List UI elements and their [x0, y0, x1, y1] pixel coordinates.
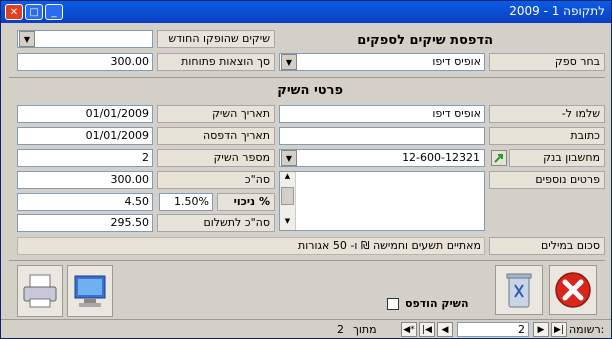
scroll-up-icon[interactable]: ▲	[280, 172, 295, 185]
record-label: רשומה:	[569, 323, 605, 336]
bank-link-button[interactable]	[491, 150, 507, 166]
current-record-field[interactable]: 2	[457, 322, 529, 337]
check-date-field[interactable]: 01/01/2009	[17, 105, 153, 123]
last-record-button[interactable]: |◀	[419, 322, 435, 337]
minimize-window-button[interactable]: _	[45, 4, 63, 20]
discount-percent-field[interactable]: 1.50%	[159, 193, 213, 211]
bank-account-dropdown[interactable]: ▼	[281, 150, 297, 166]
discount-label: % ניכוי	[217, 193, 275, 211]
checks-issued-combo[interactable]	[17, 30, 153, 48]
previous-record-icon: ▶	[537, 324, 545, 335]
next-record-button[interactable]: ◀	[437, 322, 453, 337]
form-title: הדפסת שיקים לספקים	[357, 33, 493, 48]
divider	[9, 260, 605, 261]
bank-account-combo[interactable]: 12-600-12321	[279, 149, 485, 167]
opening-total-label: סך הוצאות פתוחות	[157, 53, 275, 71]
print-date-label: תאריך הדפסה	[157, 127, 275, 145]
preview-button[interactable]	[67, 265, 113, 317]
scroll-thumb[interactable]	[281, 187, 294, 205]
address-label: כתובת	[489, 127, 605, 145]
total-to-pay-field: 295.50	[17, 214, 153, 232]
pay-to-field[interactable]: אופיס דיפו	[279, 105, 485, 123]
close-form-button[interactable]	[549, 265, 597, 315]
printed-checkbox-label: השיק הודפס	[405, 297, 469, 310]
new-record-icon: ◀*	[403, 324, 415, 335]
printed-checkbox[interactable]	[387, 298, 399, 310]
delete-button[interactable]	[495, 265, 543, 315]
chevron-down-icon: ▼	[285, 57, 293, 67]
total-label: סה"כ	[157, 171, 275, 189]
supplier-combo[interactable]: אופיס דיפו	[279, 53, 485, 71]
divider	[9, 77, 605, 78]
opening-total-value: 300.00	[17, 53, 153, 71]
total-to-pay-label: סה"כ לתשלום	[157, 214, 275, 232]
discount-amount-field: 4.50	[17, 193, 153, 211]
window-title: לתקופה 1 - 2009	[509, 4, 605, 18]
bank-account-value: 12-600-12321	[402, 151, 480, 164]
preview-icon	[74, 275, 106, 307]
amount-words-label: סכום במילים	[489, 237, 605, 255]
scroll-down-icon[interactable]: ▼	[280, 217, 295, 230]
bank-account-label: מחשבון בנק	[509, 149, 605, 167]
check-number-field[interactable]: 2	[17, 149, 153, 167]
details-section-title: פרטי השיק	[277, 83, 343, 98]
previous-record-button[interactable]: ▶	[533, 322, 549, 337]
last-record-icon: |◀	[422, 324, 432, 335]
new-record-button[interactable]: ◀*	[401, 322, 417, 337]
checks-issued-dropdown[interactable]: ▼	[19, 31, 35, 47]
next-record-icon: ◀	[441, 324, 449, 335]
supplier-dropdown[interactable]: ▼	[281, 54, 297, 70]
first-record-icon: ▶|	[554, 324, 564, 335]
checks-issued-label: שיקים שהופקו החודש	[157, 30, 275, 48]
check-date-label: תאריך השיק	[157, 105, 275, 123]
print-icon	[23, 274, 57, 308]
chevron-down-icon: ▼	[285, 153, 293, 163]
amount-words-field: מאתיים תשעים וחמישה ₪ ו- 50 אגורות	[17, 237, 485, 255]
check-number-label: מספר השיק	[157, 149, 275, 167]
print-date-field[interactable]: 01/01/2009	[17, 127, 153, 145]
pay-to-label: שלמו ל-	[489, 105, 605, 123]
extra-details-label: פרטים נוספים	[489, 171, 605, 189]
record-navigator: רשומה: ▶| ▶ 2 ◀ |◀ ◀* מתוך 2	[1, 319, 611, 338]
close-window-button[interactable]: ✕	[5, 4, 23, 20]
supplier-label: בחר ספק	[489, 53, 605, 71]
first-record-button[interactable]: ▶|	[551, 322, 567, 337]
check-print-window: ✕ □ _ לתקופה 1 - 2009 הדפסת שיקים לספקים…	[0, 0, 612, 339]
close-icon	[555, 272, 591, 308]
title-bar: ✕ □ _ לתקופה 1 - 2009	[1, 1, 611, 23]
total-field: 300.00	[17, 171, 153, 189]
address-field[interactable]	[279, 127, 485, 145]
bank-link-icon	[494, 154, 503, 163]
chevron-down-icon: ▼	[23, 34, 31, 44]
extra-details-field[interactable]	[279, 171, 485, 231]
of-label: מתוך	[353, 323, 377, 336]
total-records: 2	[337, 323, 344, 336]
extra-details-scrollbar[interactable]: ▲ ▼	[280, 172, 296, 230]
maximize-window-button[interactable]: □	[25, 4, 43, 20]
print-button[interactable]	[17, 265, 63, 317]
delete-icon	[506, 273, 532, 308]
